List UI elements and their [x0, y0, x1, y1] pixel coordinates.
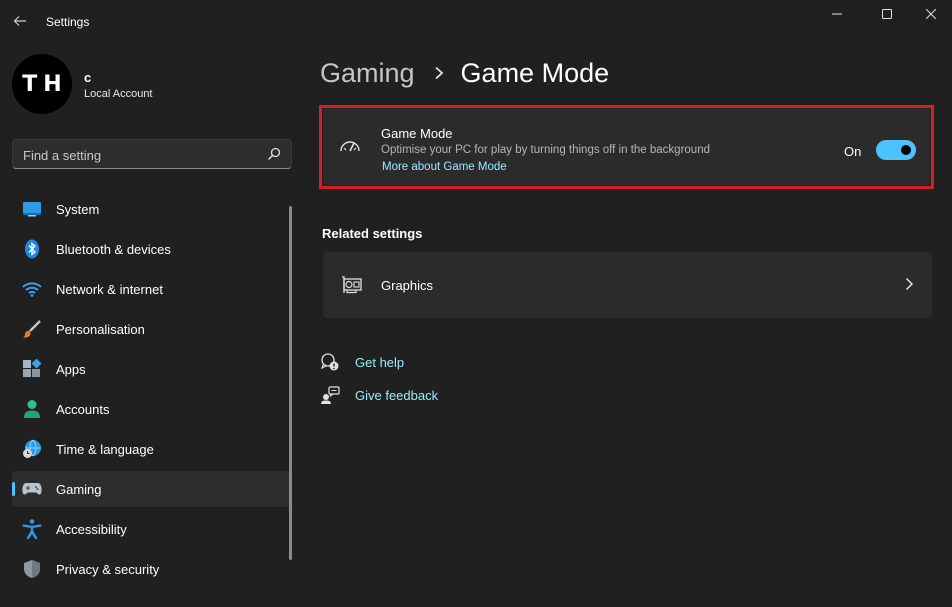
minimize-icon — [832, 13, 842, 15]
sidebar-item-label: Accessibility — [56, 521, 127, 537]
back-button[interactable] — [8, 8, 32, 34]
close-button[interactable] — [908, 0, 952, 28]
apps-icon — [22, 359, 42, 379]
highlight-annotation-box — [319, 105, 934, 189]
sidebar-item-label: Bluetooth & devices — [56, 241, 171, 257]
sidebar-item-network[interactable]: Network & internet — [12, 271, 292, 307]
search-box — [12, 139, 292, 169]
help-chat-icon — [320, 353, 339, 371]
sidebar-item-accounts[interactable]: Accounts — [12, 391, 292, 427]
sidebar-item-label: Accounts — [56, 401, 110, 417]
back-arrow-icon — [13, 16, 26, 26]
graphics-settings-link[interactable]: Graphics — [323, 252, 932, 318]
sidebar-item-apps[interactable]: Apps — [12, 351, 292, 387]
sidebar-item-privacy-security[interactable]: Privacy & security — [12, 551, 292, 587]
sidebar-item-gaming[interactable]: Gaming — [12, 471, 292, 507]
sidebar-item-label: Time & language — [56, 441, 154, 457]
system-icon — [22, 199, 42, 219]
page-title: Game Mode — [460, 57, 610, 88]
gamepad-icon — [22, 479, 42, 499]
brush-icon — [22, 319, 42, 339]
breadcrumb: Gaming Game Mode — [320, 55, 609, 91]
chevron-right-icon — [434, 66, 443, 80]
sidebar-item-label: Personalisation — [56, 321, 145, 337]
settings-window: Settings TH c Local Account System — [0, 0, 952, 607]
breadcrumb-parent[interactable]: Gaming — [320, 58, 415, 89]
give-feedback-label[interactable]: Give feedback — [355, 388, 438, 403]
minimize-button[interactable] — [814, 0, 860, 28]
sidebar-item-label: System — [56, 201, 100, 217]
avatar[interactable]: TH — [12, 54, 72, 114]
sidebar-item-time-language[interactable]: Time & language — [12, 431, 292, 467]
avatar-initials: TH — [22, 71, 68, 97]
graphics-card-icon — [342, 276, 362, 294]
related-settings-heading: Related settings — [322, 226, 423, 241]
search-icon[interactable] — [267, 147, 281, 161]
chevron-right-icon — [905, 277, 914, 291]
sidebar-item-personalisation[interactable]: Personalisation — [12, 311, 292, 347]
close-icon — [926, 9, 936, 19]
feedback-icon — [321, 386, 340, 404]
sidebar-item-label: Privacy & security — [56, 561, 160, 577]
accounts-icon — [22, 399, 42, 419]
get-help-link[interactable]: Get help — [320, 352, 404, 372]
sidebar-scrollbar[interactable] — [289, 206, 292, 560]
user-name: c — [84, 70, 92, 85]
accessibility-icon — [22, 519, 42, 539]
title-bar: Settings — [0, 0, 952, 44]
maximize-button[interactable] — [864, 0, 910, 28]
sidebar-item-accessibility[interactable]: Accessibility — [12, 511, 292, 547]
sidebar-item-label: Gaming — [56, 481, 102, 497]
sidebar-item-label: Network & internet — [56, 281, 163, 297]
shield-icon — [22, 559, 42, 579]
wifi-icon — [22, 279, 42, 299]
graphics-label: Graphics — [381, 278, 434, 293]
account-type: Local Account — [84, 88, 153, 100]
bluetooth-icon — [22, 239, 42, 259]
search-input[interactable] — [23, 146, 263, 164]
maximize-icon — [882, 9, 892, 19]
sidebar-item-label: Apps — [56, 361, 86, 377]
give-feedback-link[interactable]: Give feedback — [320, 385, 438, 405]
sidebar-item-bluetooth[interactable]: Bluetooth & devices — [12, 231, 292, 267]
sidebar-nav: System Bluetooth & devices Network & int… — [12, 191, 292, 591]
app-title: Settings — [46, 15, 90, 29]
globe-clock-icon — [22, 439, 42, 459]
sidebar-item-system[interactable]: System — [12, 191, 292, 227]
get-help-label[interactable]: Get help — [355, 355, 404, 370]
